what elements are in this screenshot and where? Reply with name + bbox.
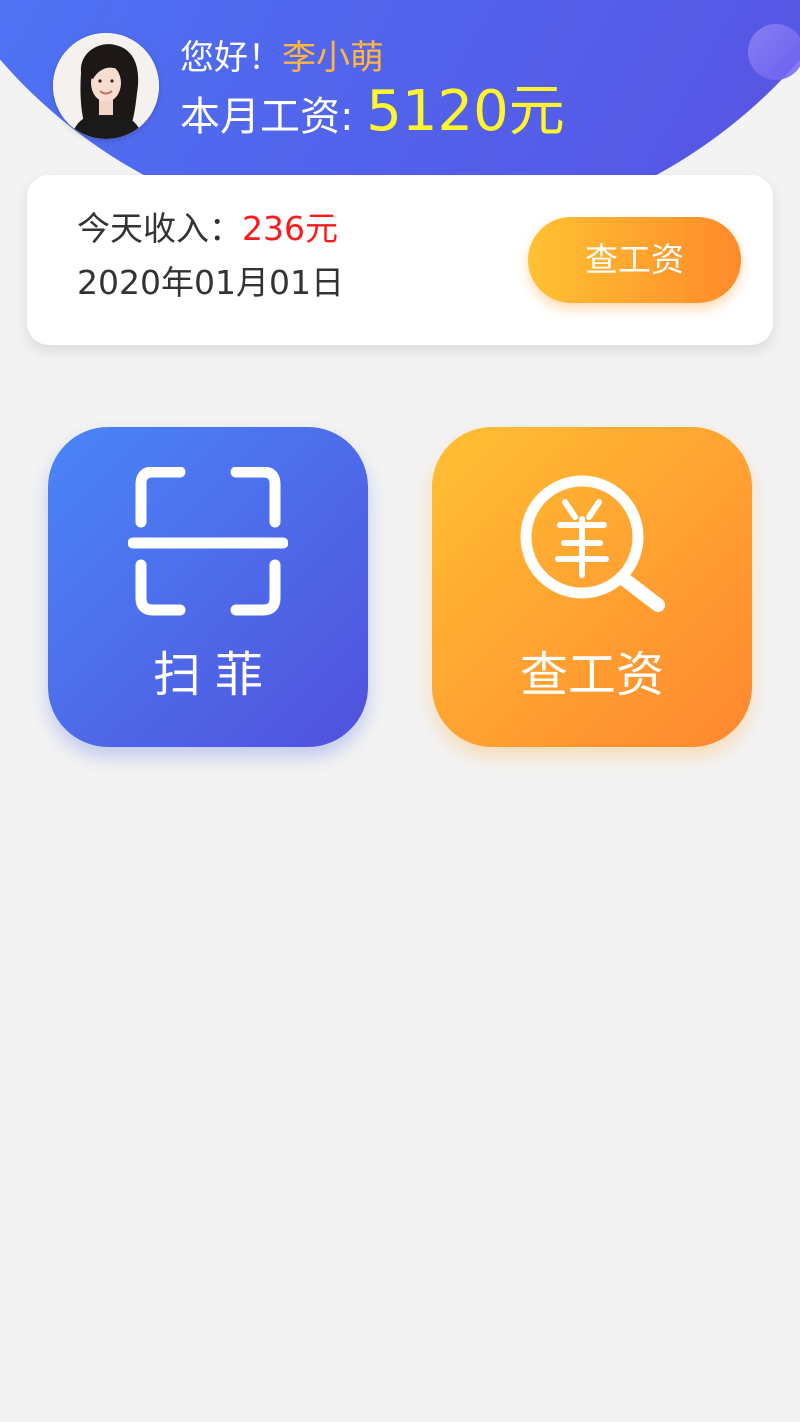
check-salary-tile-label: 查工资 — [519, 647, 664, 703]
today-income-label: 今天收入： — [77, 209, 242, 248]
income-date: 2020年01月01日 — [77, 263, 344, 302]
scan-icon — [128, 467, 288, 616]
monthly-salary-line: 本月工资: 5120元 — [180, 80, 565, 149]
scan-tile-label: 扫菲 — [152, 647, 277, 703]
decorative-bubble-small — [748, 24, 800, 80]
today-income-line: 今天收入：236元 — [77, 207, 338, 251]
check-salary-button[interactable]: 查工资 — [528, 217, 741, 303]
greeting-text: 您好！ — [180, 38, 282, 78]
monthly-salary-amount: 5120元 — [366, 79, 565, 144]
income-card: 今天收入：236元 2020年01月01日 查工资 — [27, 175, 773, 345]
today-income-value: 236元 — [242, 209, 338, 248]
check-salary-tile[interactable]: 查工资 — [432, 427, 752, 747]
yuan-search-icon — [520, 475, 665, 612]
greeting-line: 您好！李小萌 — [180, 36, 384, 80]
user-name: 李小萌 — [282, 38, 384, 78]
monthly-salary-label: 本月工资: — [180, 94, 354, 140]
avatar-portrait — [53, 33, 159, 139]
scan-tile[interactable]: 扫菲 — [48, 427, 368, 747]
salary-app-page: 您好！李小萌 本月工资: 5120元 今天收入：236元 2020年01月01日… — [0, 0, 800, 1422]
user-avatar[interactable] — [53, 33, 159, 139]
